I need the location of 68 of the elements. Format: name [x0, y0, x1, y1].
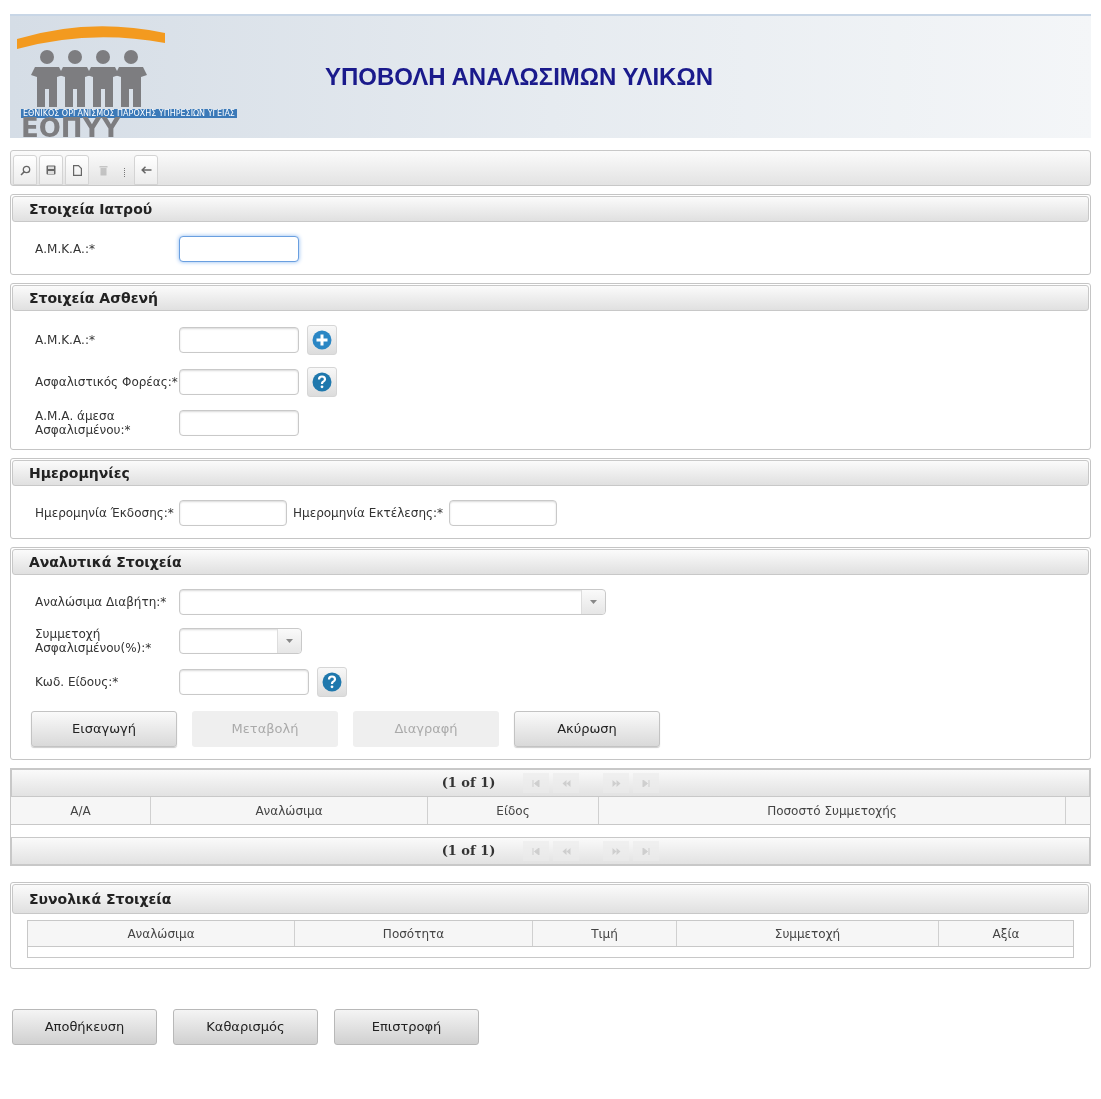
- field-label: Α.Μ.Α. άμεσα Ασφαλισμένου:*: [34, 409, 132, 437]
- column-header: Είδος: [428, 797, 599, 824]
- field-label: Συμμετοχή Ασφαλισμένου(%):*: [34, 627, 153, 655]
- section-title: Ημερομηνίες: [29, 463, 130, 483]
- date-field[interactable]: [449, 500, 558, 526]
- text-field[interactable]: [179, 669, 309, 695]
- previous-page-icon: [561, 847, 571, 855]
- plus-circle-icon: [312, 330, 332, 350]
- arrow-left-icon: [140, 166, 152, 174]
- text-field[interactable]: [179, 327, 299, 353]
- help-button[interactable]: [307, 367, 337, 397]
- section-title: Στοιχεία Ασθενή: [29, 288, 158, 308]
- field-label: Κωδ. Είδους:*: [34, 675, 120, 689]
- logo-tagline: ΕΘΝΙΚΟΣ ΟΡΓΑΝΙΣΜΟΣ ΠΑΡΟΧΗΣ ΥΠΗΡΕΣΙΩΝ ΥΓΕΙΑΣ: [21, 109, 237, 118]
- logo-text: ΕΟΠΥΥ: [21, 115, 121, 141]
- footer-button[interactable]: Καθαρισμός: [173, 1009, 318, 1045]
- action-button[interactable]: Εισαγωγή: [31, 711, 177, 747]
- add-button[interactable]: [307, 325, 337, 355]
- toolbar-grip-icon: [123, 168, 126, 177]
- field-label: Αναλώσιμα Διαβήτη:*: [34, 595, 168, 609]
- page-title: ΥΠΟΒΟΛΗ ΑΝΑΛΩΣΙΜΩΝ ΥΛΙΚΩΝ: [325, 62, 713, 92]
- document-icon: [72, 164, 82, 176]
- column-header: Αναλώσιμα: [151, 797, 428, 824]
- field-label: Α.Μ.Κ.Α.:*: [34, 242, 96, 256]
- column-header: Ποσότητα: [295, 921, 533, 946]
- toolbar-button[interactable]: [134, 155, 158, 185]
- help-circle-icon: [312, 372, 332, 392]
- toolbar-button[interactable]: [39, 155, 63, 185]
- column-header: Ποσοστό Συμμετοχής: [599, 797, 1066, 824]
- section-title: Αναλυτικά Στοιχεία: [29, 552, 182, 572]
- next-page-icon: [611, 779, 621, 787]
- first-page-icon: [532, 847, 541, 855]
- column-header: Α/Α: [11, 797, 151, 824]
- field-label: Ημερομηνία Έκδοσης:*: [34, 506, 175, 520]
- text-field[interactable]: [179, 236, 299, 262]
- column-header: Αξία: [991, 925, 1021, 943]
- field-label: Ασφαλιστικός Φορέας:*: [34, 375, 179, 389]
- footer-button[interactable]: Επιστροφή: [334, 1009, 479, 1045]
- help-button[interactable]: [317, 667, 347, 697]
- last-page-icon: [642, 779, 651, 787]
- field-label: Ημερομηνία Εκτέλεσης:*: [293, 506, 444, 520]
- floppy-icon: [46, 165, 56, 175]
- column-header: Τιμή: [533, 921, 677, 946]
- section-title: Στοιχεία Ιατρού: [29, 199, 153, 219]
- dropdown-caret-icon: [590, 600, 597, 604]
- first-page-icon: [532, 779, 541, 787]
- text-field[interactable]: [179, 369, 299, 395]
- toolbar-button[interactable]: [65, 155, 89, 185]
- date-field[interactable]: [179, 500, 287, 526]
- dropdown-caret-icon: [286, 639, 293, 643]
- footer-button[interactable]: Αποθήκευση: [12, 1009, 157, 1045]
- action-button[interactable]: Ακύρωση: [514, 711, 660, 747]
- trash-icon: [98, 164, 108, 176]
- section-title: Συνολικά Στοιχεία: [29, 889, 172, 909]
- toolbar-button[interactable]: [13, 155, 37, 185]
- field-label: Α.Μ.Κ.Α.:*: [34, 333, 96, 347]
- text-field[interactable]: [179, 410, 299, 436]
- search-icon: [19, 164, 31, 176]
- dropdown-field[interactable]: [179, 589, 606, 615]
- dropdown-field[interactable]: [179, 628, 302, 654]
- next-page-icon: [611, 847, 621, 855]
- previous-page-icon: [561, 779, 571, 787]
- column-header: Συμμετοχή: [677, 921, 939, 946]
- page-count: (1 of 1): [441, 842, 496, 861]
- last-page-icon: [642, 847, 651, 855]
- page-count: (1 of 1): [441, 774, 496, 793]
- column-header: Αναλώσιμα: [28, 921, 295, 946]
- help-circle-icon: [322, 672, 342, 692]
